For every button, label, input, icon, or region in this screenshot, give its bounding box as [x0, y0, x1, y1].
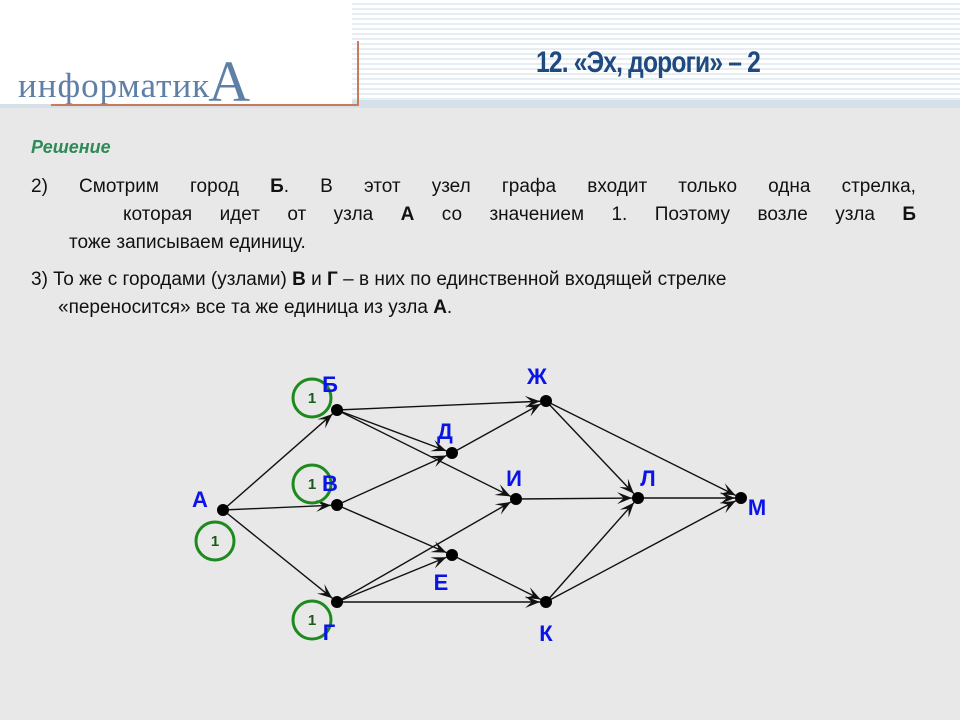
edge-Zh-L — [545, 400, 635, 495]
edge-A-G — [222, 509, 333, 599]
edge-E-K — [451, 554, 541, 600]
value-label-B: 1 — [308, 390, 316, 407]
node-label-I: И — [506, 466, 522, 491]
graph-edges — [222, 395, 737, 608]
node-label-E: Е — [434, 570, 449, 595]
edge-D-Zh — [451, 403, 542, 454]
node-label-G: Г — [323, 620, 336, 645]
value-label-A: 1 — [211, 533, 219, 550]
arrowhead-G-I — [494, 501, 511, 515]
edge-K-L — [545, 502, 635, 603]
edge-V-E — [336, 504, 447, 554]
node-label-V: В — [322, 471, 338, 496]
graph-nodes: 1А1Б1 В1 ГДЕЖИКЛМ — [192, 364, 766, 646]
node-label-Zh: Ж — [526, 364, 547, 389]
node-L — [632, 492, 644, 504]
node-label-B: Б — [322, 372, 338, 397]
edge-B-Zh — [336, 400, 541, 411]
node-B — [331, 404, 343, 416]
arrowhead-D-Zh — [524, 403, 541, 417]
node-M — [735, 492, 747, 504]
edge-A-V — [222, 504, 332, 511]
node-K — [540, 596, 552, 608]
node-E — [446, 549, 458, 561]
node-label-M: М — [748, 495, 766, 520]
node-D — [446, 447, 458, 459]
node-label-A: А — [192, 487, 208, 512]
node-A — [217, 504, 229, 516]
edge-A-B — [222, 413, 333, 511]
road-graph: 1А1Б1 В1 ГДЕЖИКЛМ — [192, 364, 766, 646]
node-label-L: Л — [640, 466, 655, 491]
node-label-D: Д — [437, 419, 453, 444]
arrowhead-E-K — [524, 587, 541, 600]
edge-G-E — [336, 556, 447, 603]
edge-V-D — [336, 454, 447, 506]
node-G — [331, 596, 343, 608]
value-label-G: 1 — [308, 612, 316, 629]
node-Zh — [540, 395, 552, 407]
value-label-V: 1 — [308, 476, 316, 493]
node-V — [331, 499, 343, 511]
edge-I-L — [515, 497, 633, 500]
node-I — [510, 493, 522, 505]
node-label-K: К — [539, 621, 553, 646]
edge-B-D — [336, 409, 447, 452]
edge-K-M — [545, 500, 737, 603]
edge-B-I — [336, 409, 511, 497]
